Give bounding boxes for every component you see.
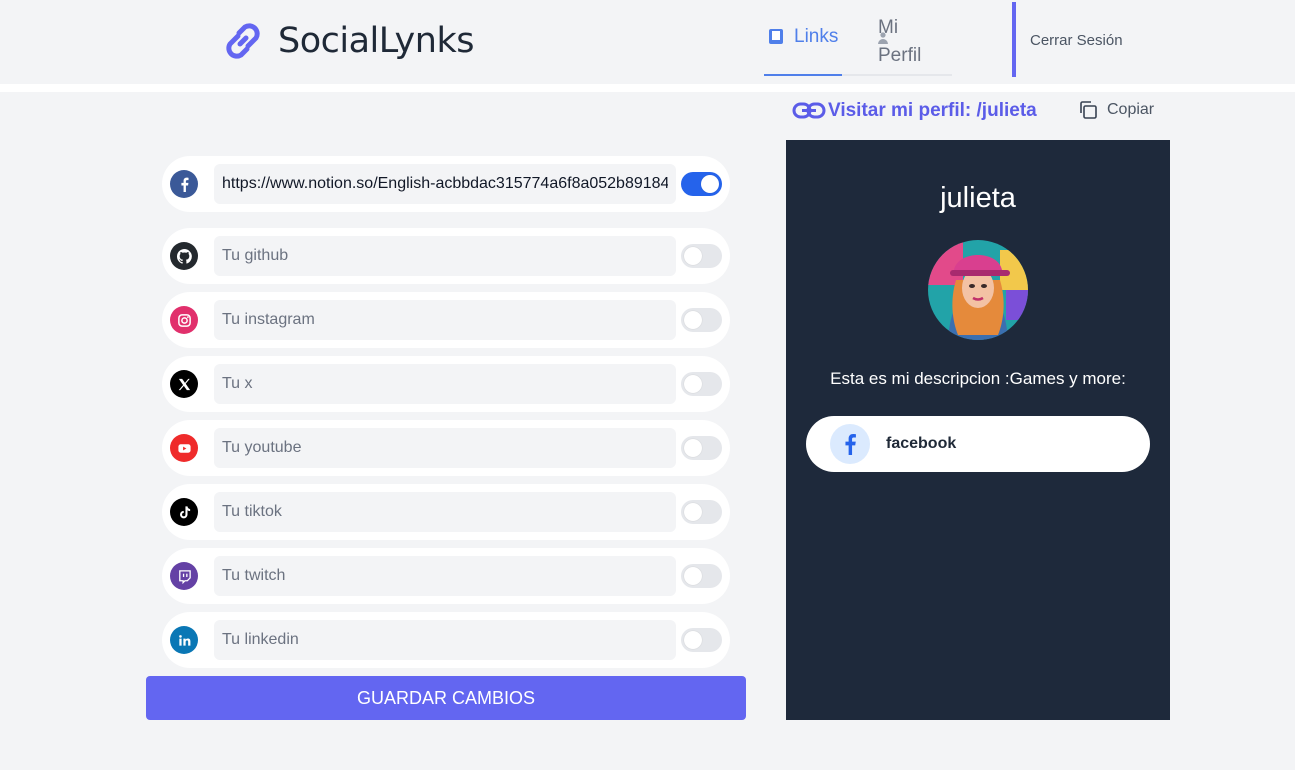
toggle-knob <box>684 247 702 265</box>
link-row-linkedin <box>162 612 730 668</box>
profile-preview: julieta Esta es mi descripcion :Games y … <box>786 140 1170 720</box>
link-chain-icon <box>226 23 260 59</box>
link-row-github <box>162 228 730 284</box>
logout-divider <box>1012 2 1016 77</box>
app-logo[interactable]: SocialLynks <box>218 16 474 66</box>
toggle-knob <box>701 175 719 193</box>
visit-profile-link[interactable]: Visitar mi perfil: /julieta <box>792 100 1037 122</box>
facebook-icon <box>830 424 870 464</box>
tab-links[interactable]: Links <box>764 8 842 76</box>
top-header: SocialLynks Links Mi Perfil Cerrar Sesió… <box>0 0 1295 84</box>
tab-profile-label-line2: Perfil <box>878 45 922 66</box>
logout-button[interactable]: Cerrar Sesión <box>1030 32 1123 49</box>
tab-mi-perfil[interactable]: Mi Perfil <box>842 8 952 76</box>
tab-links-label: Links <box>794 26 839 47</box>
toggle-knob <box>684 631 702 649</box>
tiktok-icon <box>170 498 198 526</box>
user-icon <box>878 32 888 44</box>
youtube-url-input[interactable] <box>214 428 676 468</box>
link-row-facebook <box>162 156 730 212</box>
github-url-input[interactable] <box>214 236 676 276</box>
save-changes-button[interactable]: GUARDAR CAMBIOS <box>146 676 746 720</box>
link-row-instagram <box>162 292 730 348</box>
logo-text: SocialLynks <box>278 21 474 61</box>
copy-icon <box>1080 101 1097 119</box>
facebook-toggle[interactable] <box>681 172 722 196</box>
link-row-tiktok <box>162 484 730 540</box>
toggle-knob <box>684 503 702 521</box>
facebook-url-input[interactable] <box>214 164 676 204</box>
linkedin-icon <box>170 626 198 654</box>
toggle-knob <box>684 375 702 393</box>
youtube-icon <box>170 434 198 462</box>
preview-username: julieta <box>940 182 1016 214</box>
github-icon <box>170 242 198 270</box>
x-icon <box>170 370 198 398</box>
tiktok-toggle[interactable] <box>681 500 722 524</box>
preview-description: Esta es mi descripcion :Games y more: <box>830 369 1126 388</box>
avatar <box>928 240 1028 340</box>
youtube-toggle[interactable] <box>681 436 722 460</box>
x-url-input[interactable] <box>214 364 676 404</box>
linkedin-toggle[interactable] <box>681 628 722 652</box>
link-icon <box>792 102 826 119</box>
copy-label: Copiar <box>1107 101 1155 118</box>
x-toggle[interactable] <box>681 372 722 396</box>
linkedin-url-input[interactable] <box>214 620 676 660</box>
book-icon <box>769 29 783 44</box>
twitch-toggle[interactable] <box>681 564 722 588</box>
instagram-toggle[interactable] <box>681 308 722 332</box>
instagram-url-input[interactable] <box>214 300 676 340</box>
toggle-knob <box>684 567 702 585</box>
twitch-url-input[interactable] <box>214 556 676 596</box>
instagram-icon <box>170 306 198 334</box>
toggle-knob <box>684 311 702 329</box>
preview-link-label: facebook <box>886 435 957 452</box>
preview-link-facebook[interactable]: facebook <box>806 416 1150 472</box>
link-row-youtube <box>162 420 730 476</box>
link-row-x <box>162 356 730 412</box>
toggle-knob <box>684 439 702 457</box>
copy-button[interactable]: Copiar <box>1078 100 1154 120</box>
facebook-icon <box>170 170 198 198</box>
tiktok-url-input[interactable] <box>214 492 676 532</box>
visit-profile-label: Visitar mi perfil: /julieta <box>828 100 1037 121</box>
twitch-icon <box>170 562 198 590</box>
github-toggle[interactable] <box>681 244 722 268</box>
link-row-twitch <box>162 548 730 604</box>
main-nav: Links Mi Perfil <box>764 8 952 76</box>
header-divider <box>0 84 1295 92</box>
